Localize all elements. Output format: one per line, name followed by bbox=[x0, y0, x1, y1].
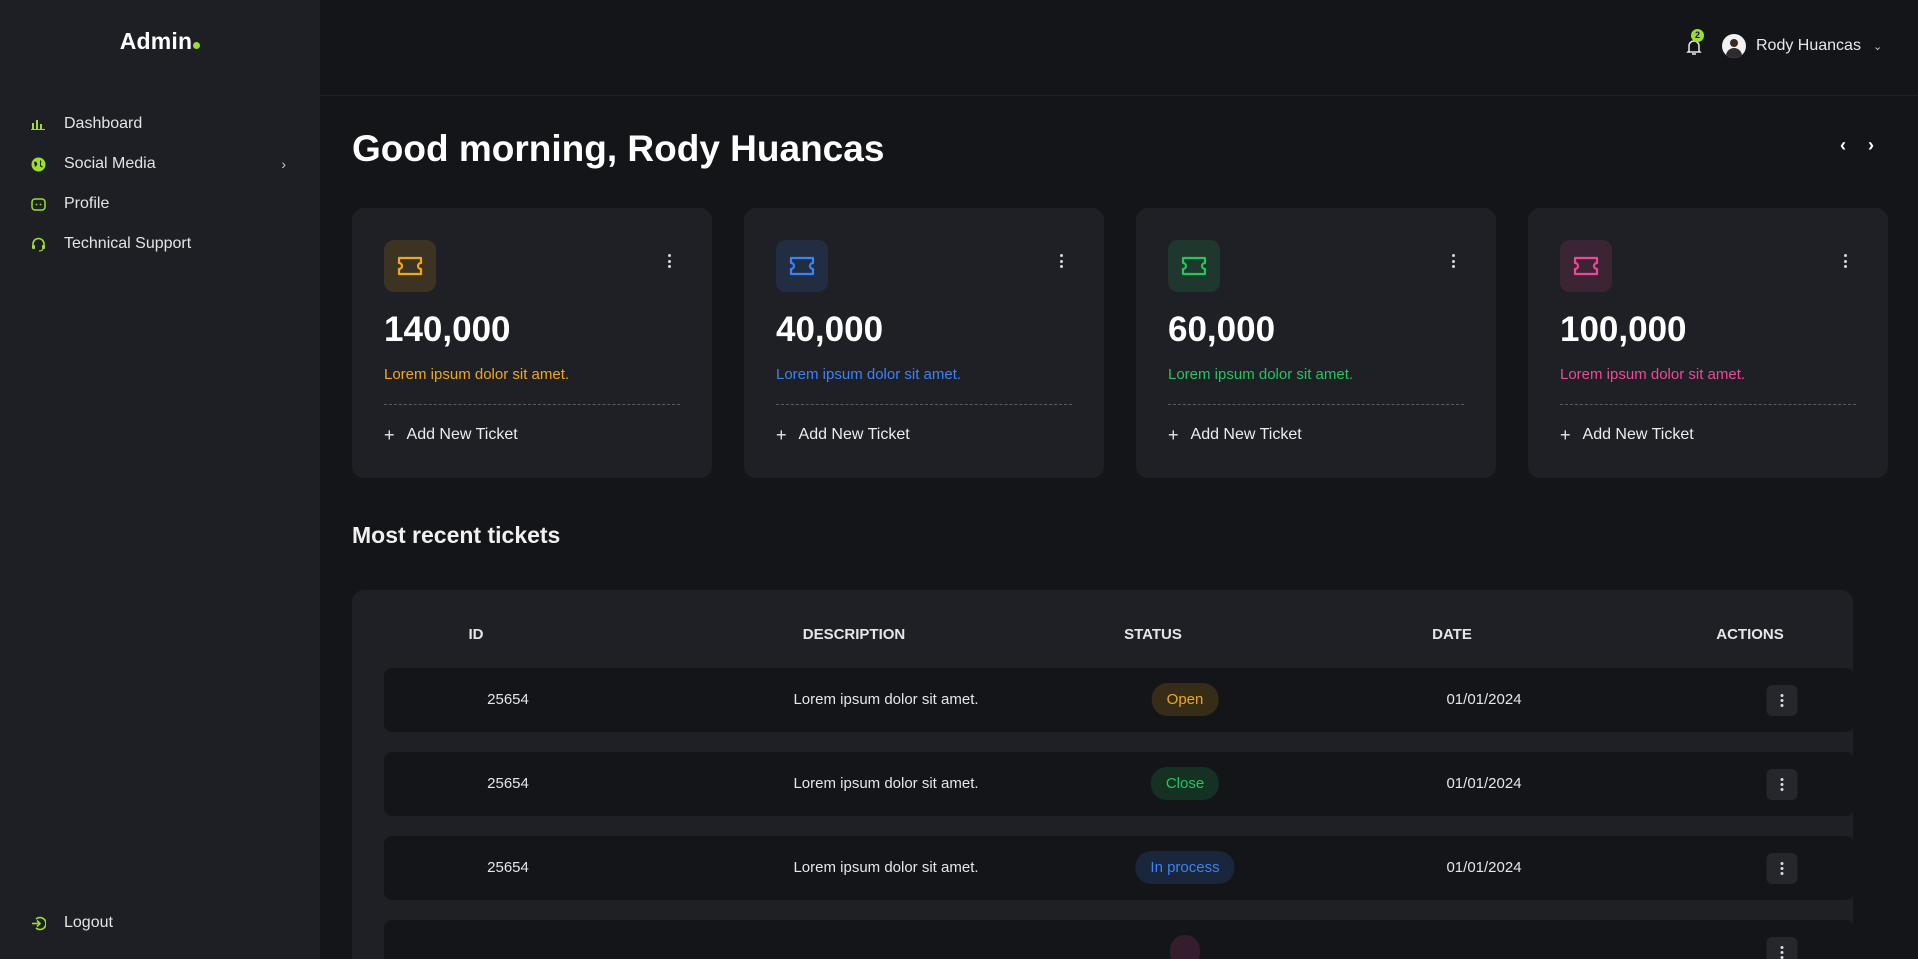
table-row: 25654 Lorem ipsum dolor sit amet. Close … bbox=[384, 752, 1854, 816]
top-bar: 2 Rody Huancas ⌄ bbox=[320, 0, 1918, 96]
card-divider bbox=[1168, 404, 1464, 405]
card-description: Lorem ipsum dolor sit amet. bbox=[1168, 366, 1354, 383]
stat-card: 140,000 Lorem ipsum dolor sit amet. + Ad… bbox=[352, 208, 712, 478]
card-value: 40,000 bbox=[776, 310, 884, 349]
chevron-left-icon[interactable]: ‹ bbox=[1836, 136, 1850, 154]
add-new-ticket-label: Add New Ticket bbox=[406, 426, 518, 443]
chevron-right-icon: › bbox=[281, 156, 286, 172]
cell-id: 25654 bbox=[487, 775, 529, 792]
sidebar-item-dashboard[interactable]: Dashboard bbox=[0, 104, 320, 144]
column-header-id: ID bbox=[468, 626, 484, 643]
ticket-icon bbox=[776, 240, 828, 292]
table-row: 25654 Lorem ipsum dolor sit amet. In pro… bbox=[384, 836, 1854, 900]
add-new-ticket-label: Add New Ticket bbox=[798, 426, 910, 443]
add-new-ticket-button[interactable]: + Add New Ticket bbox=[384, 426, 518, 444]
card-divider bbox=[776, 404, 1072, 405]
table-row: 25654 Lorem ipsum dolor sit amet. Open 0… bbox=[384, 668, 1854, 732]
add-new-ticket-button[interactable]: + Add New Ticket bbox=[1168, 426, 1302, 444]
table-header: ID DESCRIPTION STATUS DATE ACTIONS bbox=[384, 626, 1854, 648]
row-actions-icon[interactable] bbox=[1766, 853, 1798, 884]
add-new-ticket-label: Add New Ticket bbox=[1582, 426, 1694, 443]
card-more-icon[interactable] bbox=[1058, 252, 1064, 270]
column-header-date: DATE bbox=[1432, 626, 1472, 643]
table-row bbox=[384, 920, 1854, 959]
column-header-description: DESCRIPTION bbox=[802, 626, 906, 643]
cell-description: Lorem ipsum dolor sit amet. bbox=[793, 859, 979, 876]
logout-section: Logout bbox=[0, 903, 320, 943]
sidebar-item-profile[interactable]: Profile bbox=[0, 184, 320, 224]
row-actions-icon[interactable] bbox=[1766, 937, 1798, 959]
logout-button[interactable]: Logout bbox=[0, 903, 320, 943]
logout-label: Logout bbox=[64, 914, 113, 931]
cell-date: 01/01/2024 bbox=[1446, 859, 1522, 876]
notification-badge: 2 bbox=[1691, 29, 1704, 42]
sidebar-item-label: Profile bbox=[64, 195, 110, 212]
card-more-icon[interactable] bbox=[1450, 252, 1456, 270]
plus-icon: + bbox=[384, 425, 395, 445]
chevron-right-icon[interactable]: › bbox=[1864, 136, 1878, 154]
plus-icon: + bbox=[1560, 425, 1571, 445]
add-new-ticket-button[interactable]: + Add New Ticket bbox=[1560, 426, 1694, 444]
sidebar-item-social-media[interactable]: Social Media › bbox=[0, 144, 320, 184]
ticket-icon bbox=[1560, 240, 1612, 292]
status-badge bbox=[1170, 935, 1200, 959]
card-description: Lorem ipsum dolor sit amet. bbox=[384, 366, 570, 383]
logout-icon bbox=[30, 915, 46, 931]
cell-id: 25654 bbox=[487, 691, 529, 708]
plus-icon: + bbox=[1168, 425, 1179, 445]
card-divider bbox=[384, 404, 680, 405]
cell-date: 01/01/2024 bbox=[1446, 775, 1522, 792]
globe-icon bbox=[30, 156, 46, 172]
card-description: Lorem ipsum dolor sit amet. bbox=[776, 366, 962, 383]
status-badge: Open bbox=[1151, 683, 1219, 716]
cell-id: 25654 bbox=[487, 859, 529, 876]
row-actions-icon[interactable] bbox=[1766, 769, 1798, 800]
headset-icon bbox=[30, 236, 46, 252]
card-value: 140,000 bbox=[384, 310, 511, 349]
ticket-icon bbox=[384, 240, 436, 292]
logo-dot bbox=[193, 42, 201, 49]
card-more-icon[interactable] bbox=[666, 252, 672, 270]
cell-date: 01/01/2024 bbox=[1446, 691, 1522, 708]
tickets-table: ID DESCRIPTION STATUS DATE ACTIONS 25654… bbox=[352, 590, 1854, 959]
stat-card: 60,000 Lorem ipsum dolor sit amet. + Add… bbox=[1136, 208, 1496, 478]
carousel-nav: ‹ › bbox=[1836, 136, 1878, 154]
card-divider bbox=[1560, 404, 1856, 405]
plus-icon: + bbox=[776, 425, 787, 445]
status-badge: In process bbox=[1135, 851, 1235, 884]
stat-cards: 140,000 Lorem ipsum dolor sit amet. + Ad… bbox=[352, 208, 1888, 478]
column-header-status: STATUS bbox=[1124, 626, 1182, 643]
cell-description: Lorem ipsum dolor sit amet. bbox=[793, 775, 979, 792]
sidebar-item-label: Dashboard bbox=[64, 115, 143, 132]
stat-card: 40,000 Lorem ipsum dolor sit amet. + Add… bbox=[744, 208, 1104, 478]
avatar bbox=[1722, 34, 1746, 58]
chevron-down-icon: ⌄ bbox=[1872, 40, 1883, 53]
profile-card-icon bbox=[30, 196, 46, 212]
card-value: 100,000 bbox=[1560, 310, 1687, 349]
column-header-actions: ACTIONS bbox=[1716, 626, 1784, 643]
sidebar-item-label: Technical Support bbox=[64, 235, 192, 252]
logo[interactable]: Admin bbox=[0, 28, 320, 55]
sidebar: Admin Dashboard Social Media › Profile T… bbox=[0, 0, 320, 959]
add-new-ticket-button[interactable]: + Add New Ticket bbox=[776, 426, 910, 444]
user-menu[interactable]: Rody Huancas ⌄ bbox=[1722, 34, 1882, 58]
logo-text: Admin bbox=[119, 28, 193, 54]
status-badge: Close bbox=[1150, 767, 1220, 800]
card-description: Lorem ipsum dolor sit amet. bbox=[1560, 366, 1746, 383]
section-title: Most recent tickets bbox=[352, 522, 561, 548]
user-name: Rody Huancas bbox=[1756, 37, 1861, 54]
card-more-icon[interactable] bbox=[1842, 252, 1848, 270]
stat-card: 100,000 Lorem ipsum dolor sit amet. + Ad… bbox=[1528, 208, 1888, 478]
sidebar-nav: Dashboard Social Media › Profile Technic… bbox=[0, 104, 320, 264]
card-value: 60,000 bbox=[1168, 310, 1276, 349]
add-new-ticket-label: Add New Ticket bbox=[1190, 426, 1302, 443]
sidebar-item-technical-support[interactable]: Technical Support bbox=[0, 224, 320, 264]
sidebar-item-label: Social Media bbox=[64, 155, 156, 172]
bar-chart-icon bbox=[30, 116, 46, 132]
row-actions-icon[interactable] bbox=[1766, 685, 1798, 716]
cell-description: Lorem ipsum dolor sit amet. bbox=[793, 691, 979, 708]
page-title: Good morning, Rody Huancas bbox=[352, 128, 885, 169]
ticket-icon bbox=[1168, 240, 1220, 292]
